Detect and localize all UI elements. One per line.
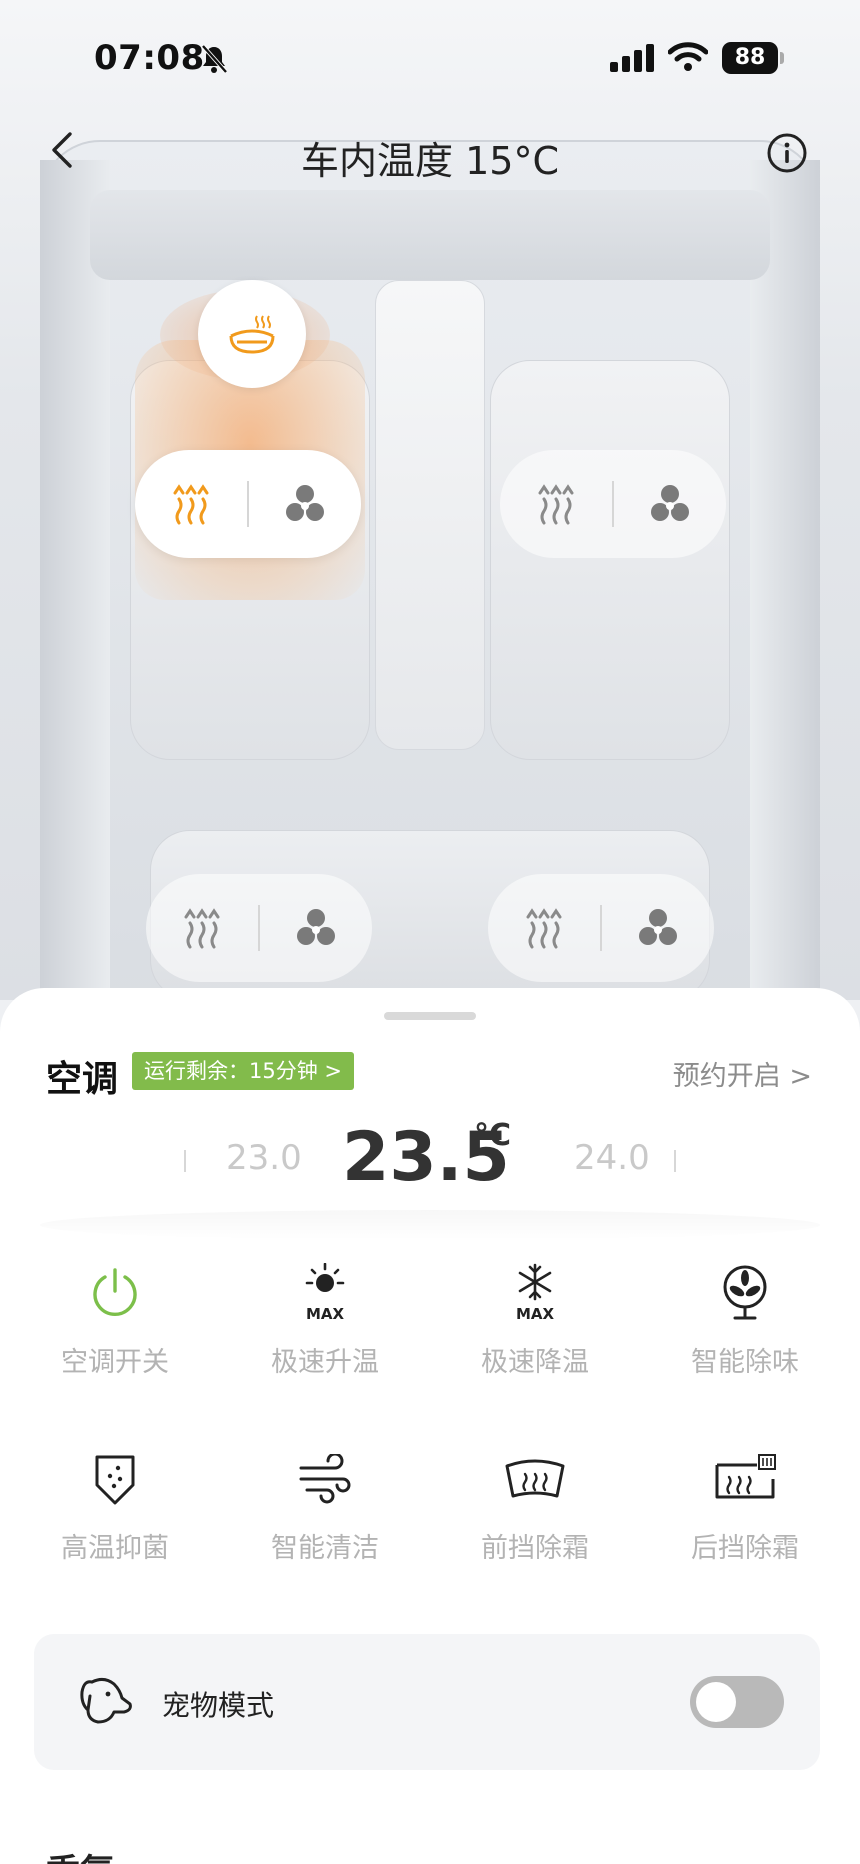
left-pillar xyxy=(40,160,110,1000)
info-icon[interactable] xyxy=(766,132,808,174)
seat-vent-fan-icon xyxy=(286,485,324,521)
center-console xyxy=(375,280,485,750)
rear-defrost-button[interactable]: 后挡除霜 xyxy=(640,1444,850,1565)
bell-muted-icon xyxy=(201,44,228,74)
picker-shadow xyxy=(40,1210,820,1240)
front-right-seat-heat-button[interactable] xyxy=(500,450,612,558)
run-remaining-badge[interactable]: 运行剩余：15分钟 > xyxy=(132,1052,354,1090)
smart-deodorize-button[interactable]: 智能除味 xyxy=(640,1258,850,1379)
cellular-signal-icon xyxy=(610,44,654,72)
rear-defrost-icon xyxy=(715,1454,776,1499)
shield-icon xyxy=(95,1455,135,1505)
dog-icon xyxy=(80,1677,132,1724)
rapid-heat-button[interactable]: MAX 极速升温 xyxy=(220,1258,430,1379)
rear-left-seat-controls xyxy=(146,874,372,982)
sheet-drag-handle[interactable] xyxy=(384,1012,476,1020)
pet-mode-label: 宠物模式 xyxy=(162,1689,275,1722)
temp-unit: °C xyxy=(474,1118,512,1153)
seat-heat-icon xyxy=(538,484,574,525)
svg-text:MAX: MAX xyxy=(306,1305,345,1323)
battery-tip xyxy=(780,52,784,64)
picker-tick xyxy=(674,1150,676,1172)
front-defrost-button[interactable]: 前挡除霜 xyxy=(430,1444,640,1565)
pet-mode-toggle[interactable] xyxy=(690,1676,784,1728)
front-right-seat-vent-button[interactable] xyxy=(614,450,726,558)
seat-vent-fan-icon xyxy=(651,485,689,521)
function-label: 极速升温 xyxy=(271,1347,379,1378)
function-label: 极速降温 xyxy=(481,1347,589,1378)
ac-section-title: 空调 xyxy=(46,1059,119,1100)
front-defrost-icon xyxy=(505,1459,565,1498)
front-left-seat-heat-button[interactable] xyxy=(135,450,247,558)
seat-heat-icon xyxy=(184,908,220,949)
seat-vent-fan-icon xyxy=(297,909,335,945)
rear-right-seat-heat-button[interactable] xyxy=(488,874,600,982)
smart-clean-button[interactable]: 智能清洁 xyxy=(220,1444,430,1565)
picker-tick xyxy=(184,1150,186,1172)
status-time: 07:08 xyxy=(94,38,205,78)
function-label: 空调开关 xyxy=(61,1347,169,1378)
temp-next-value[interactable]: 24.0 xyxy=(574,1138,650,1178)
front-left-seat-controls xyxy=(135,450,361,558)
ac-power-button[interactable]: 空调开关 xyxy=(10,1258,220,1379)
power-icon xyxy=(93,1268,137,1316)
temp-prev-value[interactable]: 23.0 xyxy=(226,1138,302,1178)
front-right-seat-controls xyxy=(500,450,726,558)
sterilize-button[interactable]: 高温抑菌 xyxy=(10,1444,220,1565)
dashboard xyxy=(90,190,770,280)
steering-wheel-heat-button[interactable] xyxy=(198,280,306,388)
fan-icon xyxy=(723,1265,767,1320)
front-right-seat xyxy=(490,360,730,760)
rapid-cool-button[interactable]: MAX 极速降温 xyxy=(430,1258,640,1379)
right-pillar xyxy=(750,160,820,1000)
battery-indicator: 88 xyxy=(722,42,778,74)
function-label: 后挡除霜 xyxy=(691,1533,799,1564)
fragrance-section-title: 香氛 xyxy=(46,1844,114,1864)
svg-text:MAX: MAX xyxy=(516,1305,555,1323)
seat-vent-fan-icon xyxy=(639,909,677,945)
status-bar: 07:08 88 xyxy=(0,0,860,120)
function-label: 智能除味 xyxy=(691,1347,799,1378)
snowflake-max-icon: MAX xyxy=(516,1263,555,1323)
wifi-icon xyxy=(668,42,708,71)
function-label: 智能清洁 xyxy=(271,1533,379,1564)
sun-max-icon: MAX xyxy=(305,1263,345,1323)
rear-left-seat-vent-button[interactable] xyxy=(260,874,372,982)
seat-heat-icon xyxy=(526,908,562,949)
steering-heat-icon xyxy=(229,315,275,354)
rear-left-seat-heat-button[interactable] xyxy=(146,874,258,982)
page-title: 车内温度 15°C xyxy=(301,139,559,183)
rear-right-seat-controls xyxy=(488,874,714,982)
schedule-start-link[interactable]: 预约开启 > xyxy=(673,1054,812,1093)
seat-heat-icon xyxy=(173,484,209,525)
rear-right-seat-vent-button[interactable] xyxy=(602,874,714,982)
toggle-knob xyxy=(696,1682,736,1722)
wind-icon xyxy=(299,1454,351,1504)
pet-mode-row: 宠物模式 xyxy=(34,1634,820,1770)
function-label: 前挡除霜 xyxy=(481,1533,589,1564)
function-label: 高温抑菌 xyxy=(61,1533,169,1564)
front-left-seat-vent-button[interactable] xyxy=(249,450,361,558)
climate-bottom-sheet: 空调 运行剩余：15分钟 > 预约开启 > 23.0 23.5 °C 24.0 … xyxy=(0,988,860,1864)
